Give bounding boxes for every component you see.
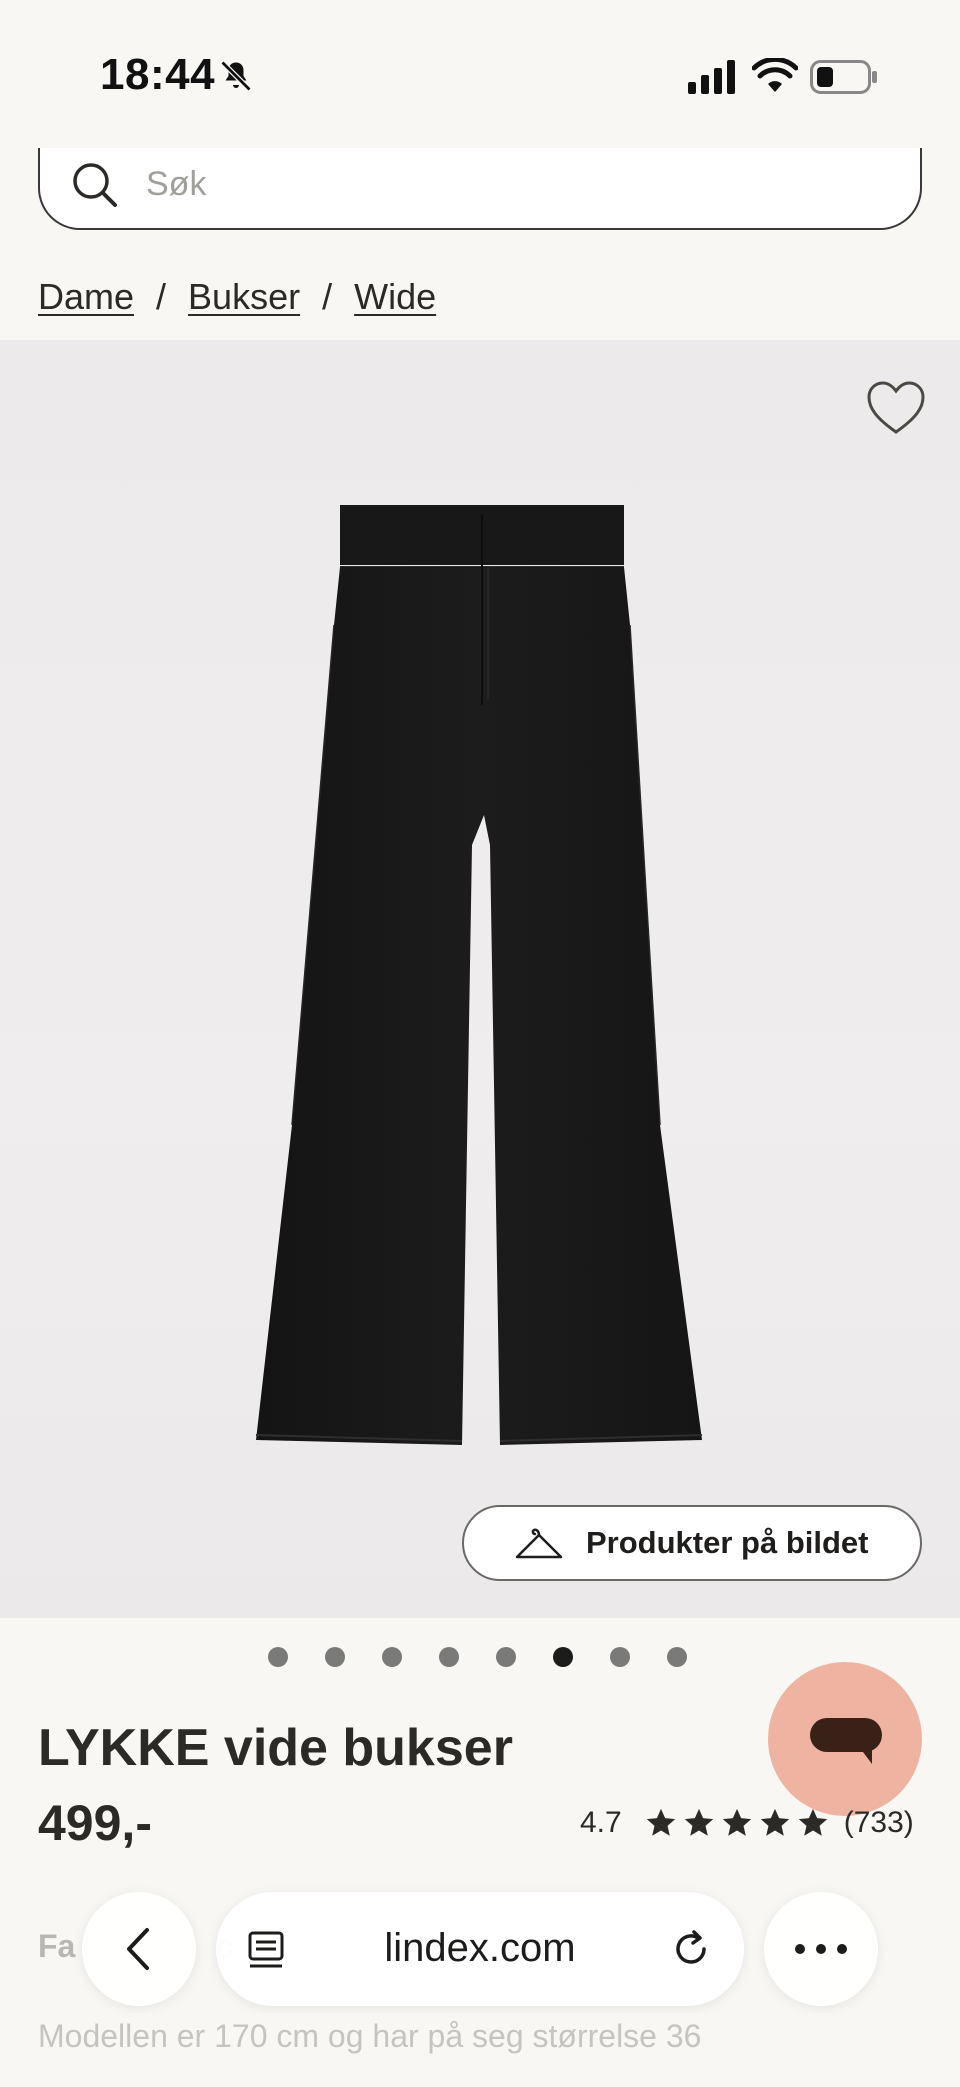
rating-stars: [644, 1806, 830, 1840]
more-options-button[interactable]: [764, 1892, 878, 2006]
star-icon: [760, 1808, 789, 1836]
pants-image: [255, 505, 703, 1445]
chat-button[interactable]: [768, 1662, 922, 1816]
battery-icon: [810, 60, 877, 94]
carousel-dot[interactable]: [382, 1647, 402, 1667]
chat-bubble-icon: [810, 1718, 882, 1764]
carousel-dot[interactable]: [325, 1647, 345, 1667]
carousel-dot[interactable]: [268, 1647, 288, 1667]
status-bar: 18:44: [0, 0, 960, 150]
search-icon: [73, 163, 117, 207]
address-bar[interactable]: lindex.com: [216, 1892, 744, 2006]
cellular-signal-icon: [688, 60, 735, 94]
star-icon: [798, 1808, 827, 1836]
breadcrumb-dame[interactable]: Dame: [38, 276, 134, 318]
carousel-dot[interactable]: [667, 1647, 687, 1667]
products-in-image-label: Produkter på bildet: [586, 1525, 869, 1560]
wifi-icon: [752, 58, 798, 92]
review-count: (733): [843, 1806, 914, 1839]
carousel-dot-active[interactable]: [553, 1647, 573, 1667]
product-price: 499,-: [38, 1795, 152, 1851]
breadcrumb-separator: /: [156, 276, 167, 317]
ellipsis-icon: [795, 1944, 847, 1954]
bell-slash-icon: [220, 60, 252, 92]
heart-icon[interactable]: [866, 380, 926, 436]
carousel-dot[interactable]: [496, 1647, 516, 1667]
model-info: Modellen er 170 cm og har på seg størrel…: [38, 2018, 702, 2054]
search-bar[interactable]: [38, 148, 922, 230]
star-icon: [646, 1808, 675, 1836]
url-text: lindex.com: [384, 1926, 576, 1970]
carousel-indicator: [268, 1647, 687, 1667]
star-icon: [722, 1808, 751, 1836]
carousel-dot[interactable]: [610, 1647, 630, 1667]
reload-icon[interactable]: [670, 1928, 712, 1970]
rating-score: 4.7: [580, 1806, 622, 1839]
products-in-image-button[interactable]: Produkter på bildet: [462, 1505, 922, 1581]
breadcrumb-separator: /: [322, 276, 333, 317]
status-time: 18:44: [100, 50, 216, 99]
browser-back-button[interactable]: [82, 1892, 196, 2006]
hanger-icon: [515, 1528, 563, 1559]
product-image-carousel[interactable]: [0, 340, 960, 1618]
chevron-left-icon: [127, 1928, 149, 1970]
breadcrumb: Dame / Bukser / Wide: [38, 276, 436, 318]
product-rating[interactable]: 4.7 (733): [580, 1806, 914, 1840]
star-icon: [684, 1808, 713, 1836]
breadcrumb-bukser[interactable]: Bukser: [188, 276, 300, 318]
carousel-dot[interactable]: [439, 1647, 459, 1667]
search-input[interactable]: [146, 156, 846, 212]
product-title: LYKKE vide bukser: [38, 1719, 513, 1777]
breadcrumb-wide[interactable]: Wide: [354, 276, 436, 318]
